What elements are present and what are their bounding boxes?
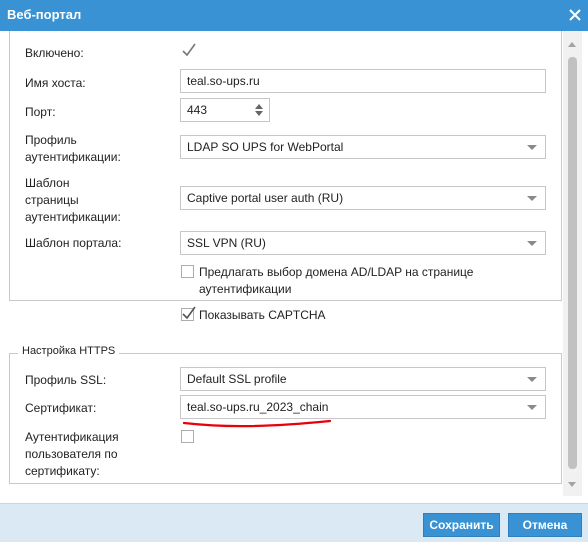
certificate-select[interactable]: teal.so-ups.ru_2023_chain [180, 395, 546, 419]
auth-page-template-label-line: страницы [25, 193, 79, 207]
dialog-title: Веб-портал [7, 7, 82, 22]
port-label: Порт: [25, 105, 56, 119]
portal-template-label: Шаблон портала: [25, 236, 122, 250]
offer-domain-checkbox[interactable] [181, 265, 194, 278]
scroll-down-icon[interactable] [568, 482, 576, 487]
ssl-profile-value: Default SSL profile [187, 372, 287, 386]
dialog-footer: Сохранить Отмена [0, 503, 588, 542]
hostname-label: Имя хоста: [25, 76, 86, 90]
general-panel-left-border [9, 31, 10, 301]
cert-auth-label-line: сертификату: [25, 464, 100, 478]
hostname-input[interactable]: teal.so-ups.ru [180, 69, 546, 93]
cancel-button[interactable]: Отмена [508, 513, 582, 537]
chevron-down-icon [527, 241, 537, 246]
auth-page-template-label: Шаблон страницы аутентификации: [25, 175, 121, 226]
certificate-label: Сертификат: [25, 401, 97, 415]
chevron-down-icon [527, 196, 537, 201]
dialog-content: Включено: Имя хоста: teal.so-ups.ru Порт… [0, 31, 588, 496]
portal-template-value: SSL VPN (RU) [187, 236, 266, 250]
auth-profile-label: Профиль аутентификации: [25, 132, 121, 166]
offer-domain-label: Предлагать выбор домена AD/LDAP на стран… [199, 264, 473, 298]
auth-profile-label-line: Профиль [25, 133, 77, 147]
https-panel-left-border [9, 353, 10, 484]
https-section-legend: Настройка HTTPS [18, 345, 120, 357]
general-panel-right-border [561, 31, 562, 301]
offer-domain-label-line: Предлагать выбор домена AD/LDAP на стран… [199, 265, 474, 279]
checkmark-icon [182, 306, 196, 320]
auth-page-template-select[interactable]: Captive portal user auth (RU) [180, 186, 546, 210]
hostname-value: teal.so-ups.ru [187, 74, 260, 88]
auth-page-template-label-line: Шаблон [25, 176, 70, 190]
chevron-down-icon [527, 377, 537, 382]
cert-auth-label: Аутентификация пользователя по сертифика… [25, 429, 119, 480]
spin-down-icon[interactable] [255, 111, 263, 116]
portal-template-select[interactable]: SSL VPN (RU) [180, 231, 546, 255]
checkmark-icon [182, 43, 196, 57]
auth-page-template-value: Captive portal user auth (RU) [187, 191, 344, 205]
show-captcha-label: Показывать CAPTCHA [199, 308, 326, 322]
dialog-titlebar: Веб-портал [0, 0, 588, 31]
certificate-value: teal.so-ups.ru_2023_chain [187, 400, 329, 414]
port-stepper[interactable]: 443 [180, 98, 270, 122]
enabled-label: Включено: [25, 46, 84, 60]
general-panel-bottom-border [9, 300, 562, 301]
save-button[interactable]: Сохранить [423, 513, 500, 537]
chevron-down-icon [527, 145, 537, 150]
auth-page-template-label-line: аутентификации: [25, 210, 121, 224]
ssl-profile-label: Профиль SSL: [25, 373, 107, 387]
show-captcha-checkbox[interactable] [181, 306, 196, 321]
https-panel-bottom-border [9, 483, 562, 484]
auth-profile-label-line: аутентификации: [25, 150, 121, 164]
spin-up-icon[interactable] [255, 104, 263, 109]
cert-auth-label-line: пользователя по [25, 447, 118, 461]
auth-profile-value: LDAP SO UPS for WebPortal [187, 140, 344, 154]
ssl-profile-select[interactable]: Default SSL profile [180, 367, 546, 391]
enabled-checkbox[interactable] [181, 43, 196, 58]
scrollbar-thumb[interactable] [568, 57, 577, 469]
cert-auth-label-line: Аутентификация [25, 430, 119, 444]
red-underline-annotation [182, 419, 332, 428]
port-value: 443 [187, 103, 208, 117]
scroll-up-icon[interactable] [568, 42, 576, 47]
https-panel-right-border [561, 353, 562, 484]
offer-domain-label-line: аутентификации [199, 282, 292, 296]
close-icon[interactable] [564, 4, 586, 26]
chevron-down-icon [527, 405, 537, 410]
auth-profile-select[interactable]: LDAP SO UPS for WebPortal [180, 135, 546, 159]
vertical-scrollbar[interactable] [563, 31, 582, 496]
cert-auth-checkbox[interactable] [181, 430, 194, 443]
